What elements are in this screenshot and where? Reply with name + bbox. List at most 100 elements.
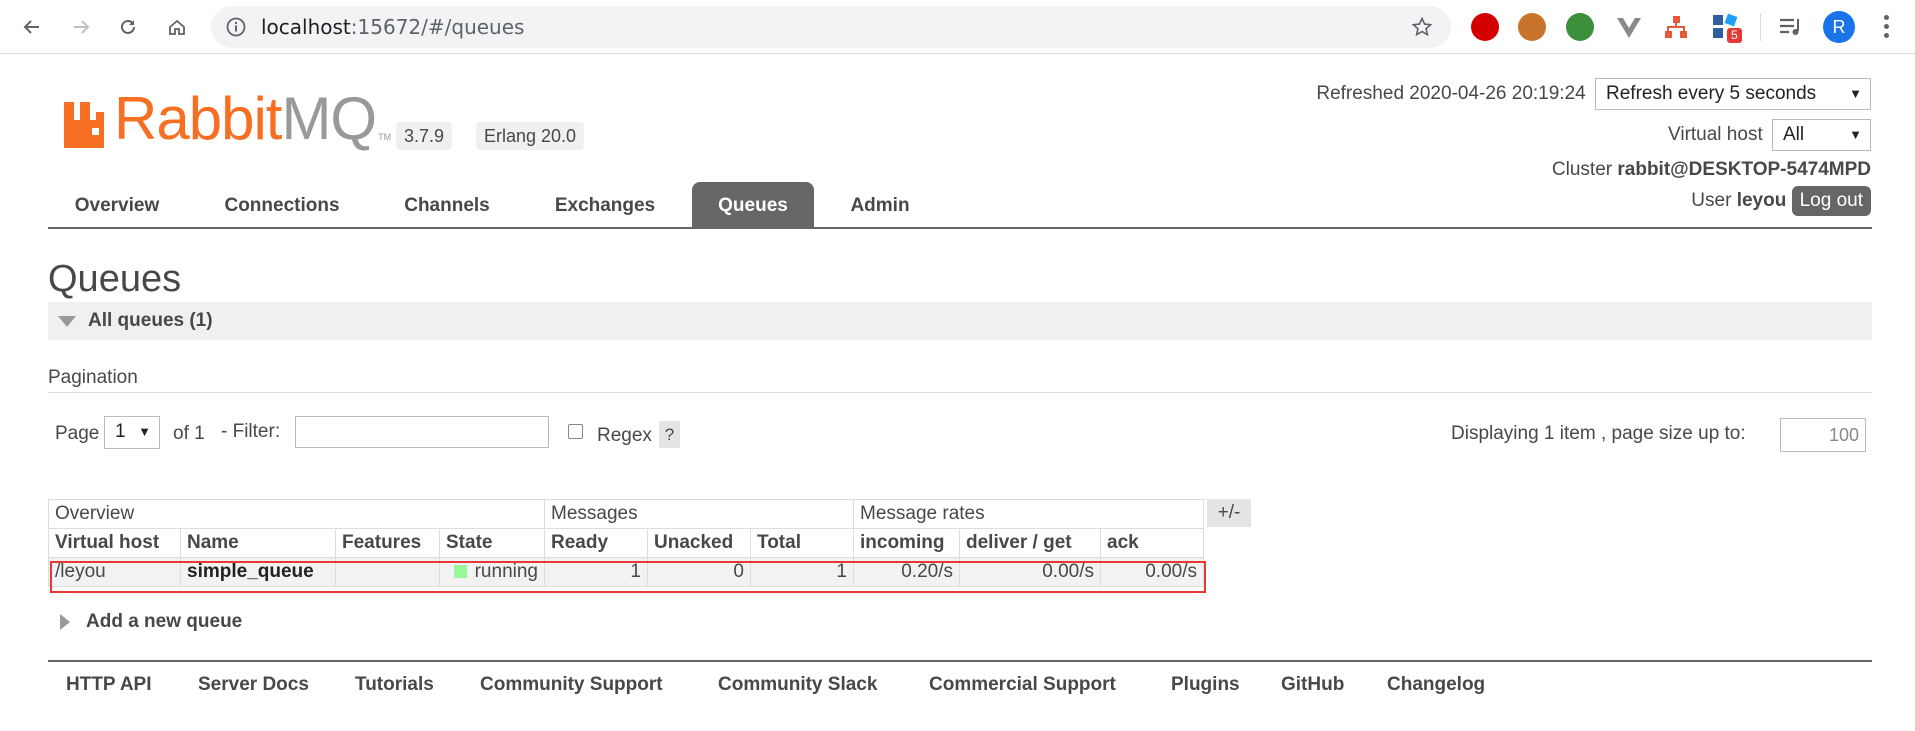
footer-divider (48, 660, 1872, 662)
refresh-interval-value: Refresh every 5 seconds (1606, 83, 1817, 104)
column-header-unacked[interactable]: Unacked (647, 528, 751, 558)
virtual-host-value: All (1783, 124, 1805, 145)
adblock-extension-icon[interactable] (1471, 13, 1499, 41)
profile-avatar[interactable]: R (1823, 11, 1855, 43)
column-header-virtual-host[interactable]: Virtual host (48, 528, 181, 558)
logo-word-rabbit: Rabbit (114, 85, 282, 152)
back-arrow-icon (23, 20, 39, 34)
column-header-ready[interactable]: Ready (544, 528, 648, 558)
page-number-value: 1 (115, 421, 126, 442)
logo-word-mq: MQ (281, 85, 377, 152)
page-size-input[interactable]: 100 (1780, 418, 1866, 452)
tab-overview[interactable]: Overview (58, 182, 176, 229)
extension-badge: 5 (1727, 28, 1742, 43)
toolbar-divider (1760, 13, 1761, 41)
footer-link-github[interactable]: GitHub (1281, 674, 1344, 696)
cell-ready: 1 (544, 557, 648, 587)
sitemap-extension-icon[interactable] (1662, 13, 1690, 41)
chevron-down-icon: ▼ (1849, 127, 1862, 142)
tab-connections[interactable]: Connections (206, 182, 358, 229)
virtual-host-label: Virtual host (1668, 124, 1763, 146)
chevron-down-icon: ▼ (138, 424, 151, 439)
trademark-mark: TM (378, 132, 392, 142)
regex-help-button[interactable]: ? (659, 421, 680, 448)
tab-exchanges[interactable]: Exchanges (536, 182, 674, 229)
footer-link-plugins[interactable]: Plugins (1171, 674, 1240, 696)
chevron-down-icon: ▼ (1849, 86, 1862, 101)
pagination-divider (48, 392, 1872, 393)
cluster-name: rabbit@DESKTOP-5474MPD (1617, 159, 1871, 180)
footer-link-server-docs[interactable]: Server Docs (198, 674, 309, 696)
add-queue-section-toggle[interactable]: Add a new queue (60, 611, 242, 633)
virtual-host-select[interactable]: All ▼ (1772, 119, 1871, 151)
column-header-ack[interactable]: ack (1100, 528, 1204, 558)
column-options-button[interactable]: +/- (1207, 499, 1251, 527)
footer-link-commercial-support[interactable]: Commercial Support (929, 674, 1116, 696)
rabbitmq-logo[interactable]: RabbitMQ TM (64, 89, 392, 149)
tab-channels[interactable]: Channels (388, 182, 506, 229)
page-label: Page (55, 423, 100, 444)
back-button[interactable] (15, 10, 49, 44)
pagination-label: Pagination (48, 367, 138, 388)
footer-link-http-api[interactable]: HTTP API (66, 674, 152, 696)
rabbit-logo-icon (64, 102, 104, 148)
cell-incoming: 0.20/s (853, 557, 960, 587)
regex-checkbox[interactable] (568, 424, 583, 439)
footer-link-changelog[interactable]: Changelog (1387, 674, 1485, 696)
tab-queues[interactable]: Queues (692, 182, 814, 229)
home-icon (169, 19, 185, 35)
table-row[interactable]: /leyou simple_queue running 1 0 1 0.20/s… (48, 557, 1204, 587)
state-text: running (474, 561, 538, 582)
media-control-button[interactable] (1776, 13, 1804, 41)
regex-label: Regex (597, 425, 652, 446)
page-number-select[interactable]: 1 ▼ (104, 416, 160, 449)
main-nav-tabs: Overview Connections Channels Exchanges … (48, 180, 1872, 229)
filter-input[interactable] (295, 416, 549, 448)
home-button[interactable] (160, 10, 194, 44)
cluster-label: Cluster (1551, 159, 1613, 180)
expand-triangle-icon (60, 614, 70, 630)
refresh-row: Refreshed 2020-04-26 20:19:24 Refresh ev… (1316, 78, 1871, 110)
sitemap-icon (1665, 16, 1687, 38)
column-header-name[interactable]: Name (180, 528, 336, 558)
browser-menu-button[interactable] (1884, 15, 1890, 39)
filter-label: - Filter: (221, 421, 281, 442)
collapse-triangle-icon (58, 315, 76, 327)
page-title: Queues (48, 258, 182, 300)
column-header-incoming[interactable]: incoming (853, 528, 960, 558)
forward-button[interactable] (64, 10, 98, 44)
url-text[interactable]: localhost:15672/#/queues (261, 15, 524, 39)
state-running-indicator (453, 565, 467, 578)
column-header-state[interactable]: State (439, 528, 545, 558)
address-bar[interactable]: localhost:15672/#/queues (211, 6, 1451, 48)
reload-button[interactable] (111, 10, 145, 44)
tab-admin[interactable]: Admin (834, 182, 926, 229)
column-header-total[interactable]: Total (750, 528, 854, 558)
bookmark-star-icon[interactable] (1411, 16, 1433, 38)
column-header-deliver-get[interactable]: deliver / get (959, 528, 1101, 558)
column-group-overview: Overview (48, 499, 545, 529)
page-count-label: of 1 (173, 423, 205, 444)
site-info-icon[interactable] (225, 16, 247, 38)
logo-wordmark: RabbitMQ (114, 89, 377, 149)
footer-link-community-support[interactable]: Community Support (480, 674, 663, 696)
footer-link-community-slack[interactable]: Community Slack (718, 674, 877, 696)
globe-extension-icon[interactable] (1566, 13, 1594, 41)
queue-name-link[interactable]: simple_queue (180, 557, 336, 587)
cell-ack: 0.00/s (1100, 557, 1204, 587)
tampermonkey-extension-icon[interactable] (1518, 13, 1546, 41)
cell-features (335, 557, 440, 587)
reload-icon (121, 19, 135, 34)
footer-link-tutorials[interactable]: Tutorials (355, 674, 434, 696)
refresh-interval-select[interactable]: Refresh every 5 seconds ▼ (1595, 78, 1871, 110)
cell-total: 1 (750, 557, 854, 587)
column-header-features: Features (335, 528, 440, 558)
browser-toolbar: localhost:15672/#/queues 5 R (0, 0, 1915, 54)
version-badge: 3.7.9 (396, 122, 453, 150)
cell-state: running (439, 557, 545, 587)
column-group-message-rates: Message rates (853, 499, 1204, 529)
all-queues-section-toggle[interactable]: All queues (1) (48, 302, 1872, 340)
url-path: :15672/#/queues (350, 15, 525, 39)
vue-devtools-extension-icon[interactable] (1615, 13, 1643, 41)
apps-extension-icon[interactable]: 5 (1711, 13, 1742, 43)
